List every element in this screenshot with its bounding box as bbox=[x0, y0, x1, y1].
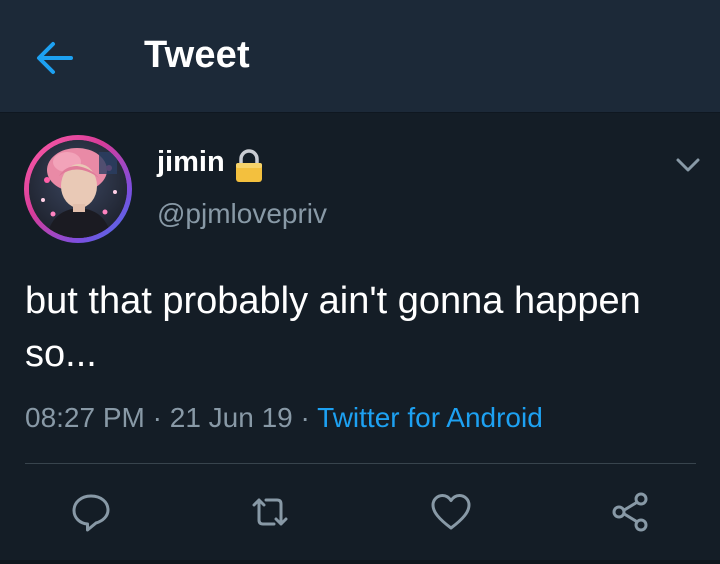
bottom-divider bbox=[0, 560, 720, 564]
share-icon bbox=[612, 492, 648, 532]
page-title: Tweet bbox=[144, 34, 250, 76]
like-button[interactable] bbox=[429, 490, 473, 534]
tweet-screen: Tweet jimin @pjmlovepriv but that probab… bbox=[0, 0, 720, 564]
avatar[interactable] bbox=[24, 135, 132, 243]
tweet-menu-button[interactable] bbox=[672, 151, 704, 179]
arrow-left-icon bbox=[37, 42, 73, 74]
meta-separator: · bbox=[152, 402, 162, 433]
lock-icon bbox=[236, 149, 262, 182]
reply-icon bbox=[72, 494, 110, 532]
tweet-metadata: 08:27 PM · 21 Jun 19 · Twitter for Andro… bbox=[25, 402, 543, 434]
tweet-source-link[interactable]: Twitter for Android bbox=[317, 402, 543, 433]
tweet-date: 21 Jun 19 bbox=[169, 402, 293, 433]
tweet-text: but that probably ain't gonna happen so.… bbox=[25, 280, 641, 375]
back-button[interactable] bbox=[33, 38, 77, 78]
divider bbox=[25, 463, 696, 464]
retweet-button[interactable] bbox=[248, 490, 292, 534]
reply-button[interactable] bbox=[69, 490, 113, 534]
author-name[interactable]: jimin bbox=[157, 146, 225, 179]
author-handle[interactable]: @pjmlovepriv bbox=[157, 198, 327, 230]
share-button[interactable] bbox=[608, 490, 652, 534]
retweet-icon bbox=[252, 498, 288, 526]
top-app-bar: Tweet bbox=[0, 0, 720, 113]
tweet-time: 08:27 PM bbox=[25, 402, 145, 433]
heart-icon bbox=[431, 494, 471, 530]
avatar-photo bbox=[29, 140, 127, 238]
meta-separator: · bbox=[300, 402, 310, 433]
chevron-down-icon bbox=[676, 158, 700, 172]
